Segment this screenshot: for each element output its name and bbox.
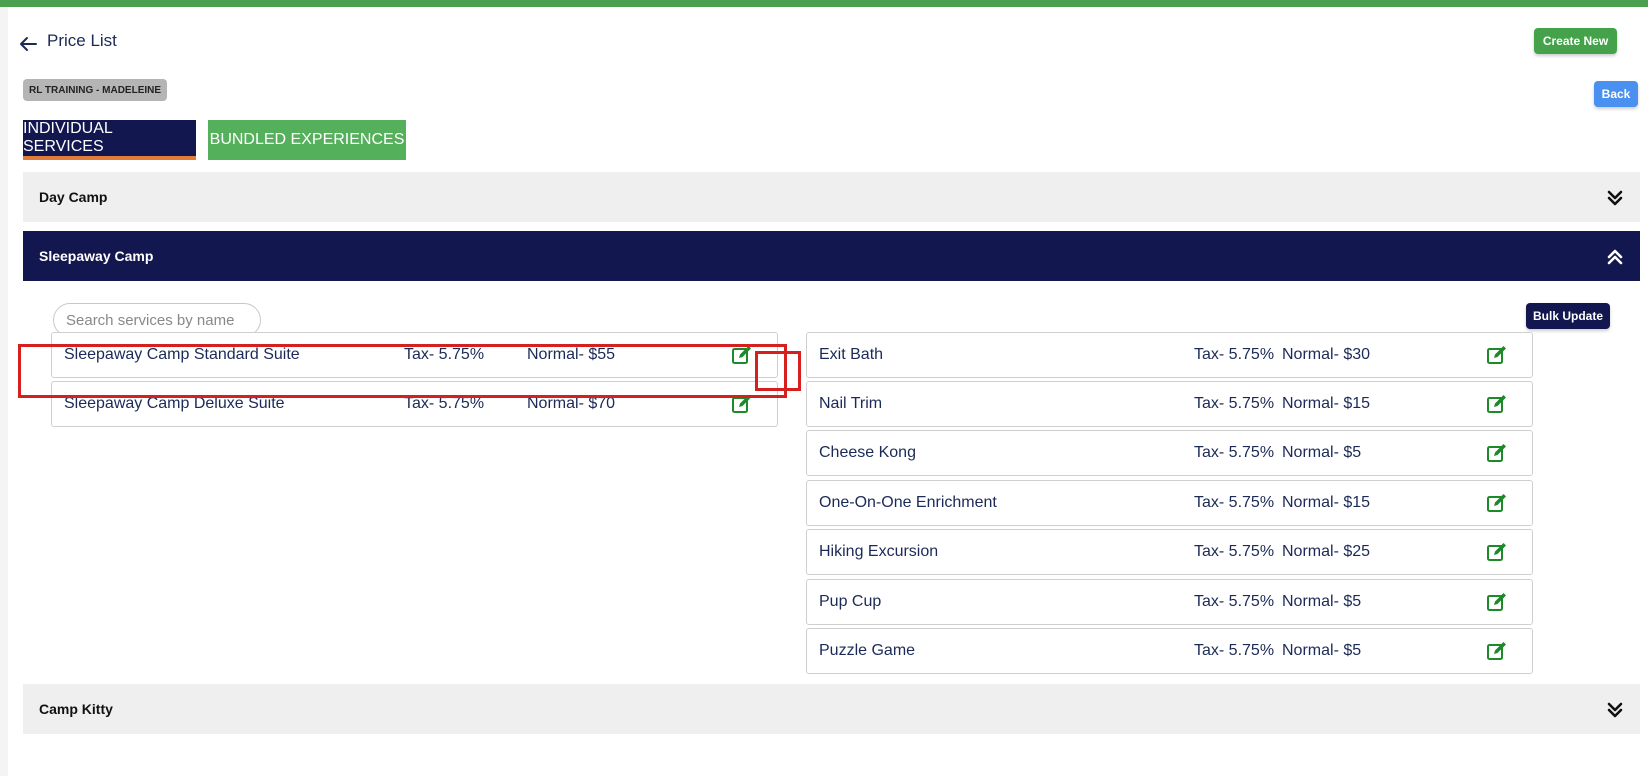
service-price: Normal- $55 xyxy=(527,346,616,363)
service-row: Puzzle Game Tax- 5.75% Normal- $5 xyxy=(806,628,1533,674)
service-price: Normal- $30 xyxy=(1282,346,1371,363)
edit-icon[interactable] xyxy=(1486,541,1508,563)
service-row: Sleepaway Camp Standard Suite Tax- 5.75%… xyxy=(51,332,778,378)
service-name: One-On-One Enrichment xyxy=(819,494,997,511)
edit-icon[interactable] xyxy=(731,344,753,366)
service-tax: Tax- 5.75% xyxy=(1194,444,1275,461)
service-row: Hiking Excursion Tax- 5.75% Normal- $25 xyxy=(806,529,1533,575)
accordion-title: Sleepaway Camp xyxy=(39,248,154,264)
header: Price List Create New xyxy=(8,7,1648,77)
service-row: Pup Cup Tax- 5.75% Normal- $5 xyxy=(806,579,1533,625)
accordion-camp-kitty[interactable]: Camp Kitty xyxy=(23,684,1640,734)
service-tax: Tax- 5.75% xyxy=(1194,593,1275,610)
page: Price List Create New RL TRAINING - MADE… xyxy=(8,7,1648,776)
edit-icon[interactable] xyxy=(1486,393,1508,415)
service-price: Normal- $5 xyxy=(1282,642,1362,659)
edit-icon[interactable] xyxy=(1486,492,1508,514)
service-name: Pup Cup xyxy=(819,593,882,610)
accordion-title: Camp Kitty xyxy=(39,701,113,717)
accordion-title: Day Camp xyxy=(39,189,108,205)
service-name: Sleepaway Camp Deluxe Suite xyxy=(64,395,285,412)
location-badge: RL TRAINING - MADELEINE xyxy=(23,79,168,101)
service-name: Exit Bath xyxy=(819,346,884,363)
service-name: Hiking Excursion xyxy=(819,543,939,560)
service-price: Normal- $5 xyxy=(1282,593,1362,610)
service-name: Puzzle Game xyxy=(819,642,916,659)
double-chevron-down-icon[interactable] xyxy=(1606,701,1624,719)
service-name: Nail Trim xyxy=(819,395,883,412)
bulk-update-button[interactable]: Bulk Update xyxy=(1526,303,1610,329)
service-price: Normal- $70 xyxy=(527,395,616,412)
accordion-day-camp[interactable]: Day Camp xyxy=(23,172,1640,222)
service-name: Sleepaway Camp Standard Suite xyxy=(64,346,300,363)
service-price: Normal- $15 xyxy=(1282,395,1371,412)
back-button[interactable]: Back xyxy=(1594,81,1638,107)
service-price: Normal- $15 xyxy=(1282,494,1371,511)
accordion-sleepaway-camp[interactable]: Sleepaway Camp xyxy=(23,231,1640,281)
service-tax: Tax- 5.75% xyxy=(1194,395,1275,412)
create-new-button[interactable]: Create New xyxy=(1534,28,1617,54)
tab-individual-services[interactable]: INDIVIDUAL SERVICES xyxy=(23,120,196,160)
tab-bundled-experiences[interactable]: BUNDLED EXPERIENCES xyxy=(208,120,406,160)
service-row: One-On-One Enrichment Tax- 5.75% Normal-… xyxy=(806,480,1533,526)
edit-icon[interactable] xyxy=(1486,640,1508,662)
service-tax: Tax- 5.75% xyxy=(1194,543,1275,560)
service-name: Cheese Kong xyxy=(819,444,916,461)
arrow-left-icon[interactable] xyxy=(16,32,40,56)
edit-icon[interactable] xyxy=(1486,442,1508,464)
edit-icon[interactable] xyxy=(1486,344,1508,366)
page-title: Price List xyxy=(47,31,117,50)
top-accent-bar xyxy=(0,0,1648,7)
service-row: Sleepaway Camp Deluxe Suite Tax- 5.75% N… xyxy=(51,381,778,427)
service-tax: Tax- 5.75% xyxy=(404,395,485,412)
service-tax: Tax- 5.75% xyxy=(1194,346,1275,363)
double-chevron-down-icon[interactable] xyxy=(1606,189,1624,207)
service-price: Normal- $25 xyxy=(1282,543,1371,560)
service-row: Cheese Kong Tax- 5.75% Normal- $5 xyxy=(806,430,1533,476)
double-chevron-up-icon[interactable] xyxy=(1606,248,1624,266)
service-tax: Tax- 5.75% xyxy=(1194,642,1275,659)
edit-icon[interactable] xyxy=(731,393,753,415)
edit-icon[interactable] xyxy=(1486,591,1508,613)
service-price: Normal- $5 xyxy=(1282,444,1362,461)
service-row: Exit Bath Tax- 5.75% Normal- $30 xyxy=(806,332,1533,378)
service-row: Nail Trim Tax- 5.75% Normal- $15 xyxy=(806,381,1533,427)
service-tax: Tax- 5.75% xyxy=(404,346,485,363)
service-tax: Tax- 5.75% xyxy=(1194,494,1275,511)
